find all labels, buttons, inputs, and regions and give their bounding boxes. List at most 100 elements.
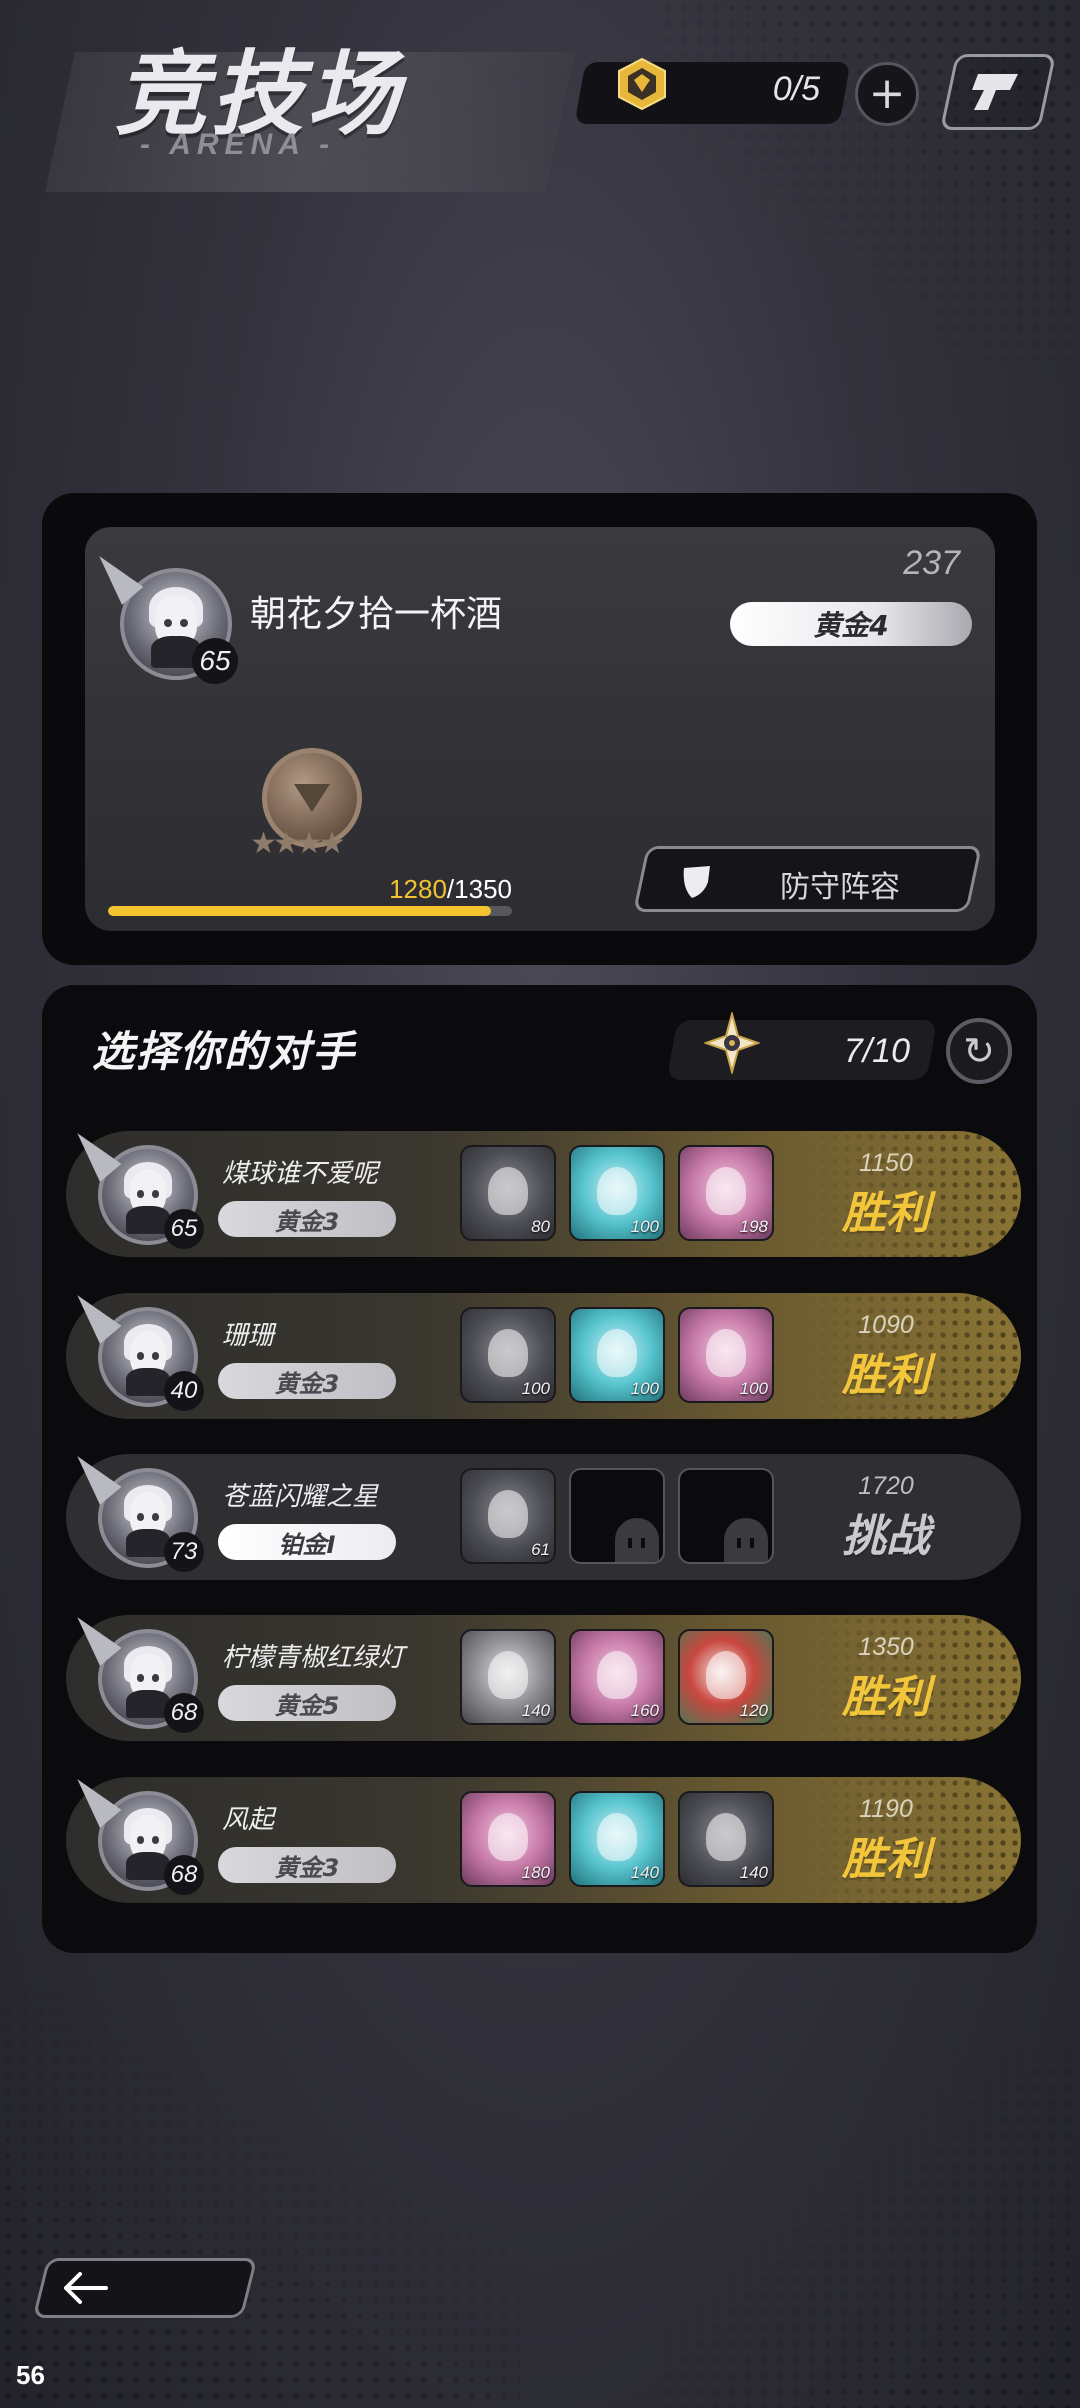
team-member-portrait: 198 <box>678 1145 774 1241</box>
team-member-level: 61 <box>531 1540 550 1559</box>
character-icon <box>705 1329 747 1378</box>
challenge-button[interactable]: 挑战 <box>806 1500 966 1564</box>
opponent-name: 煤球谁不爱呢 <box>222 1159 379 1189</box>
opponent-rank-badge: 铂金I <box>218 1524 396 1560</box>
defense-lineup-label: 防守阵容 <box>780 870 900 905</box>
opponent-avatar: 65 <box>66 1124 204 1249</box>
team-member-portrait: 140 <box>460 1629 556 1725</box>
character-icon <box>487 1490 529 1539</box>
character-icon <box>596 1329 638 1378</box>
character-icon <box>705 1813 747 1862</box>
xp-max: /1350 <box>446 874 512 904</box>
team-member-portrait: 80 <box>460 1145 556 1241</box>
team-member-portrait: 61 <box>460 1468 556 1564</box>
team-member-portrait: 100 <box>569 1145 665 1241</box>
victory-label: 胜利 <box>842 1834 930 1885</box>
character-icon <box>596 1813 638 1862</box>
opponent-avatar: 73 <box>66 1447 204 1572</box>
team-member-level: 100 <box>739 1379 768 1398</box>
opponent-rank-badge: 黄金3 <box>218 1363 396 1399</box>
victory-label: 胜利 <box>842 1672 930 1723</box>
team-member-level: 100 <box>521 1379 550 1398</box>
team-member-portrait: 100 <box>569 1307 665 1403</box>
opponent-rank-badge: 黄金3 <box>218 1847 396 1883</box>
background-dots <box>0 1988 520 2408</box>
victory-label: 胜利 <box>842 1188 930 1239</box>
character-icon <box>705 1167 747 1216</box>
team-member-level: 100 <box>630 1379 659 1398</box>
opponent-row[interactable]: 40 珊珊黄金3 100 100 100 1090 胜利 <box>66 1286 1021 1419</box>
opponent-level: 68 <box>164 1693 204 1733</box>
placeholder-ghost-icon <box>615 1518 659 1562</box>
placeholder-ghost-icon <box>724 1518 768 1562</box>
back-arrow-icon <box>64 2272 108 2304</box>
opponent-avatar: 68 <box>66 1770 204 1895</box>
team-member-portrait: 140 <box>569 1791 665 1887</box>
player-score: 237 <box>903 544 960 582</box>
ticket-star-icon <box>704 1012 760 1074</box>
team-member-level: 120 <box>739 1701 768 1720</box>
team-member-level: 140 <box>630 1863 659 1882</box>
share-icon <box>972 74 1018 110</box>
opponent-row[interactable]: 65 煤球谁不爱呢 黄金3 80 100 198 1150 胜利 <box>66 1124 1021 1257</box>
opponent-row[interactable]: 73 苍蓝闪耀之星铂金I 61 1720 挑战 <box>66 1447 1021 1580</box>
character-icon <box>596 1651 638 1700</box>
tickets-value: 7/10 <box>843 1032 910 1070</box>
player-rank-badge: 黄金4 <box>730 602 972 646</box>
team-member-portrait: 180 <box>460 1791 556 1887</box>
opponent-name: 风起 <box>222 1805 275 1835</box>
character-icon <box>487 1813 529 1862</box>
player-name: 朝花夕拾一杯酒 <box>250 594 503 635</box>
team-member-portrait: 140 <box>678 1791 774 1887</box>
opponent-name: 苍蓝闪耀之星 <box>222 1482 379 1512</box>
refresh-opponents-button[interactable]: ↻ <box>946 1018 1012 1084</box>
empty-team-slot <box>678 1468 774 1564</box>
team-member-level: 160 <box>630 1701 659 1720</box>
refresh-icon: ↻ <box>963 1029 995 1073</box>
page-subtitle: - ARENA - <box>140 128 336 161</box>
add-currency-button[interactable]: + <box>855 62 919 126</box>
opponent-rank-badge: 黄金3 <box>218 1201 396 1237</box>
team-member-portrait: 120 <box>678 1629 774 1725</box>
xp-current: 1280 <box>389 874 447 904</box>
plus-icon: + <box>868 68 906 119</box>
opponent-level: 68 <box>164 1855 204 1895</box>
team-member-level: 140 <box>739 1863 768 1882</box>
xp-progress-fill <box>108 906 491 916</box>
team-member-level: 80 <box>531 1217 550 1236</box>
opponent-row[interactable]: 68 柠檬青椒红绿灯 黄金5 140 160 120 1350 胜利 <box>66 1608 1021 1741</box>
victory-label: 胜利 <box>842 1350 930 1401</box>
opponents-title: 选择你的对手 <box>92 1027 357 1076</box>
player-avatar[interactable]: 65 <box>88 547 238 684</box>
background-dots <box>660 2048 1080 2408</box>
team-member-level: 198 <box>739 1217 768 1236</box>
rank-stars: ★★★★ <box>250 826 346 861</box>
team-member-level: 180 <box>521 1863 550 1882</box>
character-icon <box>487 1651 529 1700</box>
opponent-power: 1720 <box>858 1472 914 1500</box>
opponent-name: 珊珊 <box>222 1321 275 1351</box>
opponent-avatar: 40 <box>66 1286 204 1411</box>
currency-value: 0/5 <box>772 70 820 108</box>
character-icon <box>705 1651 747 1700</box>
opponent-power: 1090 <box>858 1311 914 1339</box>
opponent-avatar: 68 <box>66 1608 204 1733</box>
opponent-level: 65 <box>164 1209 204 1249</box>
opponent-power: 1350 <box>858 1633 914 1661</box>
opponent-level: 73 <box>164 1532 204 1572</box>
player-level: 65 <box>192 638 238 684</box>
shield-icon <box>683 866 710 898</box>
team-member-portrait: 160 <box>569 1629 665 1725</box>
currency-hex-icon <box>618 57 666 111</box>
team-member-portrait: 100 <box>678 1307 774 1403</box>
opponent-rank-badge: 黄金5 <box>218 1685 396 1721</box>
fps-counter: 56 <box>16 2360 45 2390</box>
opponent-row[interactable]: 68 风起黄金3 180 140 140 1190 胜利 <box>66 1770 1021 1903</box>
team-member-portrait: 100 <box>460 1307 556 1403</box>
opponent-power: 1190 <box>859 1795 913 1823</box>
character-icon <box>487 1329 529 1378</box>
character-icon <box>596 1167 638 1216</box>
team-member-level: 140 <box>521 1701 550 1720</box>
team-member-level: 100 <box>630 1217 659 1236</box>
opponent-level: 40 <box>164 1371 204 1411</box>
